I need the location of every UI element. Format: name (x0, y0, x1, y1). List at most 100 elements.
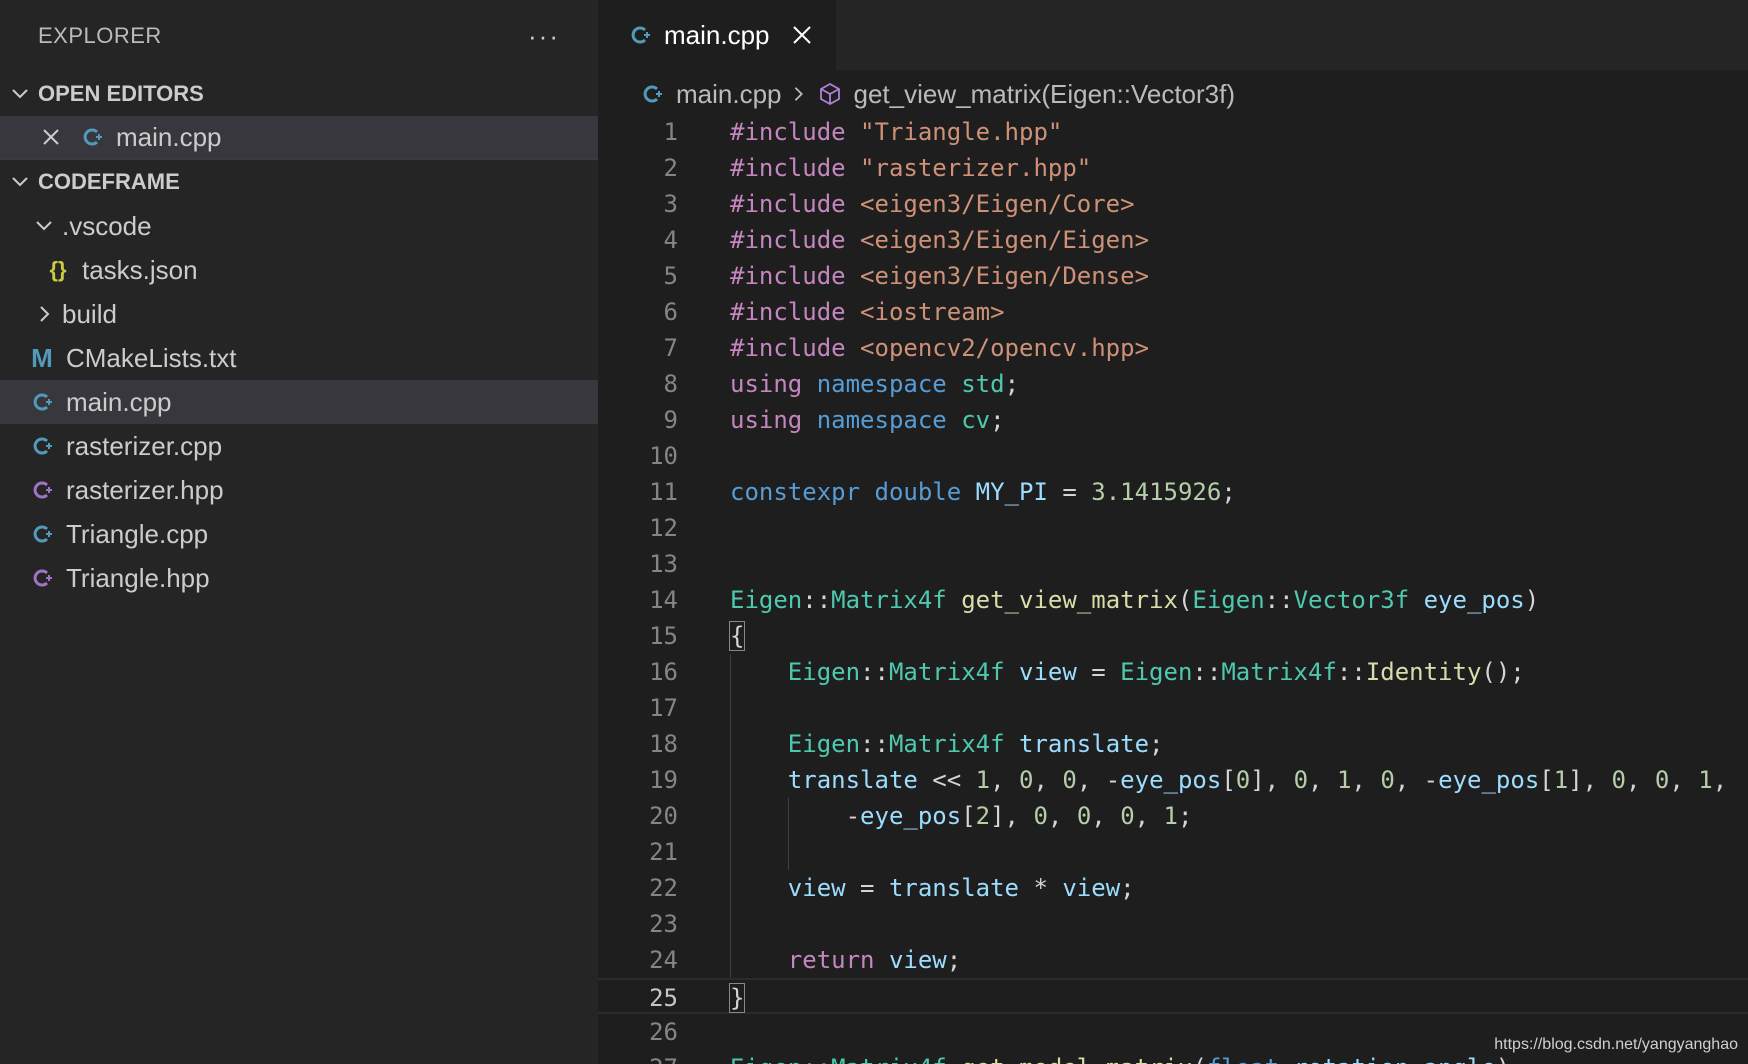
code-text: { (728, 618, 746, 654)
code-token: 0 (1033, 802, 1048, 830)
line-number: 23 (649, 910, 678, 938)
open-editors-heading: OPEN EDITORS (38, 81, 204, 106)
code-token: view (888, 946, 947, 974)
code-line[interactable]: 8 using namespace std; (598, 366, 1748, 402)
open-editors-section-header[interactable]: OPEN EDITORS (0, 72, 598, 116)
explorer-header: EXPLORER ··· (0, 0, 598, 72)
code-token: , (1091, 802, 1121, 830)
code-token: << (917, 766, 976, 794)
code-line[interactable]: 4 #include <eigen3/Eigen/Eigen> (598, 222, 1748, 258)
code-line[interactable]: 20 -eye_pos[2], 0, 0, 0, 1; (598, 798, 1748, 834)
tree-item-vscode-folder[interactable]: .vscode (0, 204, 598, 248)
code-line[interactable]: 23 (598, 906, 1748, 942)
editor-area: main.cpp main.cpp get_view_matrix(Eigen:… (598, 0, 1748, 1064)
code-line[interactable]: 21 (598, 834, 1748, 870)
line-number: 19 (649, 766, 678, 794)
breadcrumb-symbol[interactable]: get_view_matrix(Eigen::Vector3f) (854, 79, 1236, 110)
method-cube-icon (816, 80, 844, 108)
code-token: Matrix4f (831, 1054, 947, 1064)
code-text: Eigen::Matrix4f translate; (730, 726, 1164, 762)
hpp-file-icon (28, 564, 56, 592)
watermark: https://blog.csdn.net/yangyanghao (1494, 1036, 1738, 1053)
explorer-title: EXPLORER (38, 23, 162, 48)
code-line[interactable]: 2 #include "rasterizer.hpp" (598, 150, 1748, 186)
code-line[interactable]: 14 Eigen::Matrix4f get_view_matrix(Eigen:… (598, 582, 1748, 618)
code-token: translate (888, 874, 1019, 902)
code-token: = (845, 874, 889, 902)
code-token: 0 (1380, 766, 1395, 794)
tree-item-main-cpp[interactable]: main.cpp (0, 380, 598, 424)
code-line[interactable]: 15 { (598, 618, 1748, 654)
code-line[interactable]: 1 #include "Triangle.hpp" (598, 114, 1748, 150)
code-line[interactable]: 22 view = translate * view; (598, 870, 1748, 906)
code-line[interactable]: 19 translate << 1, 0, 0, -eye_pos[0], 0,… (598, 762, 1748, 798)
code-token: ], (1250, 766, 1294, 794)
code-token: get_view_matrix (961, 586, 1178, 614)
explorer-sidebar: EXPLORER ··· OPEN EDITORS main.cpp CODEF… (0, 0, 598, 1064)
code-token: 1 (975, 766, 991, 794)
code-text: } (728, 980, 746, 1016)
code-token: [ (961, 802, 976, 830)
tree-item-cmakelists[interactable]: M CMakeLists.txt (0, 336, 598, 380)
breadcrumb-file[interactable]: main.cpp (676, 79, 782, 110)
code-token: <eigen3/Eigen/Core> (860, 190, 1135, 218)
close-icon[interactable] (38, 124, 64, 150)
code-token: <eigen3/Eigen/Eigen> (860, 226, 1150, 254)
code-line[interactable]: 3 #include <eigen3/Eigen/Core> (598, 186, 1748, 222)
code-token: (); (1481, 658, 1525, 686)
tree-item-tasks-json[interactable]: {} tasks.json (0, 248, 598, 292)
code-token: eye_pos (860, 802, 962, 830)
line-number: 22 (649, 874, 678, 902)
code-token: eye_pos (1438, 766, 1540, 794)
code-token: MY_PI (975, 478, 1048, 506)
code-token: :: (860, 658, 889, 686)
tree-item-rasterizer-hpp[interactable]: rasterizer.hpp (0, 468, 598, 512)
code-line[interactable]: 16 Eigen::Matrix4f view = Eigen::Matrix4… (598, 654, 1748, 690)
chevron-right-icon (32, 302, 56, 326)
code-token: #include (730, 190, 861, 218)
line-number: 9 (663, 406, 678, 434)
close-icon[interactable] (790, 23, 814, 47)
code-line[interactable]: 11 constexpr double MY_PI = 3.1415926; (598, 474, 1748, 510)
tree-item-build-folder[interactable]: build (0, 292, 598, 336)
code-token: :: (1336, 658, 1366, 686)
code-token: , (1669, 766, 1699, 794)
code-token: = (1047, 478, 1092, 506)
code-line[interactable]: 24 return view; (598, 942, 1748, 978)
more-actions-button[interactable]: ··· (528, 21, 560, 52)
tree-item-rasterizer-cpp[interactable]: rasterizer.cpp (0, 424, 598, 468)
code-line[interactable]: 12 (598, 510, 1748, 546)
code-line[interactable]: 5 #include <eigen3/Eigen/Dense> (598, 258, 1748, 294)
code-token: :: (1192, 658, 1222, 686)
code-line[interactable]: 6 #include <iostream> (598, 294, 1748, 330)
code-line[interactable]: 17 (598, 690, 1748, 726)
code-token: ; (1004, 370, 1020, 398)
code-token: ( (1177, 586, 1193, 614)
code-token: Eigen (1120, 658, 1193, 686)
code-text: #include "rasterizer.hpp" (730, 150, 1091, 186)
code-line[interactable]: 18 Eigen::Matrix4f translate; (598, 726, 1748, 762)
code-view[interactable]: 1 #include "Triangle.hpp" 2 #include "raste… (598, 114, 1748, 1064)
workspace-section-header[interactable]: CODEFRAME (0, 160, 598, 204)
code-line[interactable]: 10 (598, 438, 1748, 474)
code-line[interactable]: 13 (598, 546, 1748, 582)
code-text: #include "Triangle.hpp" (730, 114, 1062, 150)
code-token: 0 (1235, 766, 1251, 794)
chevron-down-icon (8, 82, 32, 106)
code-line[interactable]: 25} (598, 978, 1748, 1014)
tab-main-cpp[interactable]: main.cpp (598, 0, 836, 70)
code-line[interactable]: 9 using namespace cv; (598, 402, 1748, 438)
tree-item-triangle-cpp[interactable]: Triangle.cpp (0, 512, 598, 556)
tree-item-label: Triangle.hpp (66, 562, 210, 593)
open-editor-item-main-cpp[interactable]: main.cpp (0, 116, 598, 160)
code-token: :: (802, 1054, 831, 1064)
code-token: cv (961, 406, 991, 434)
cpp-file-icon (638, 80, 666, 108)
code-token: ; (1221, 478, 1236, 506)
tree-item-triangle-hpp[interactable]: Triangle.hpp (0, 556, 598, 600)
code-token: <eigen3/Eigen/Dense> (860, 262, 1150, 290)
code-line[interactable]: 7 #include <opencv2/opencv.hpp> (598, 330, 1748, 366)
